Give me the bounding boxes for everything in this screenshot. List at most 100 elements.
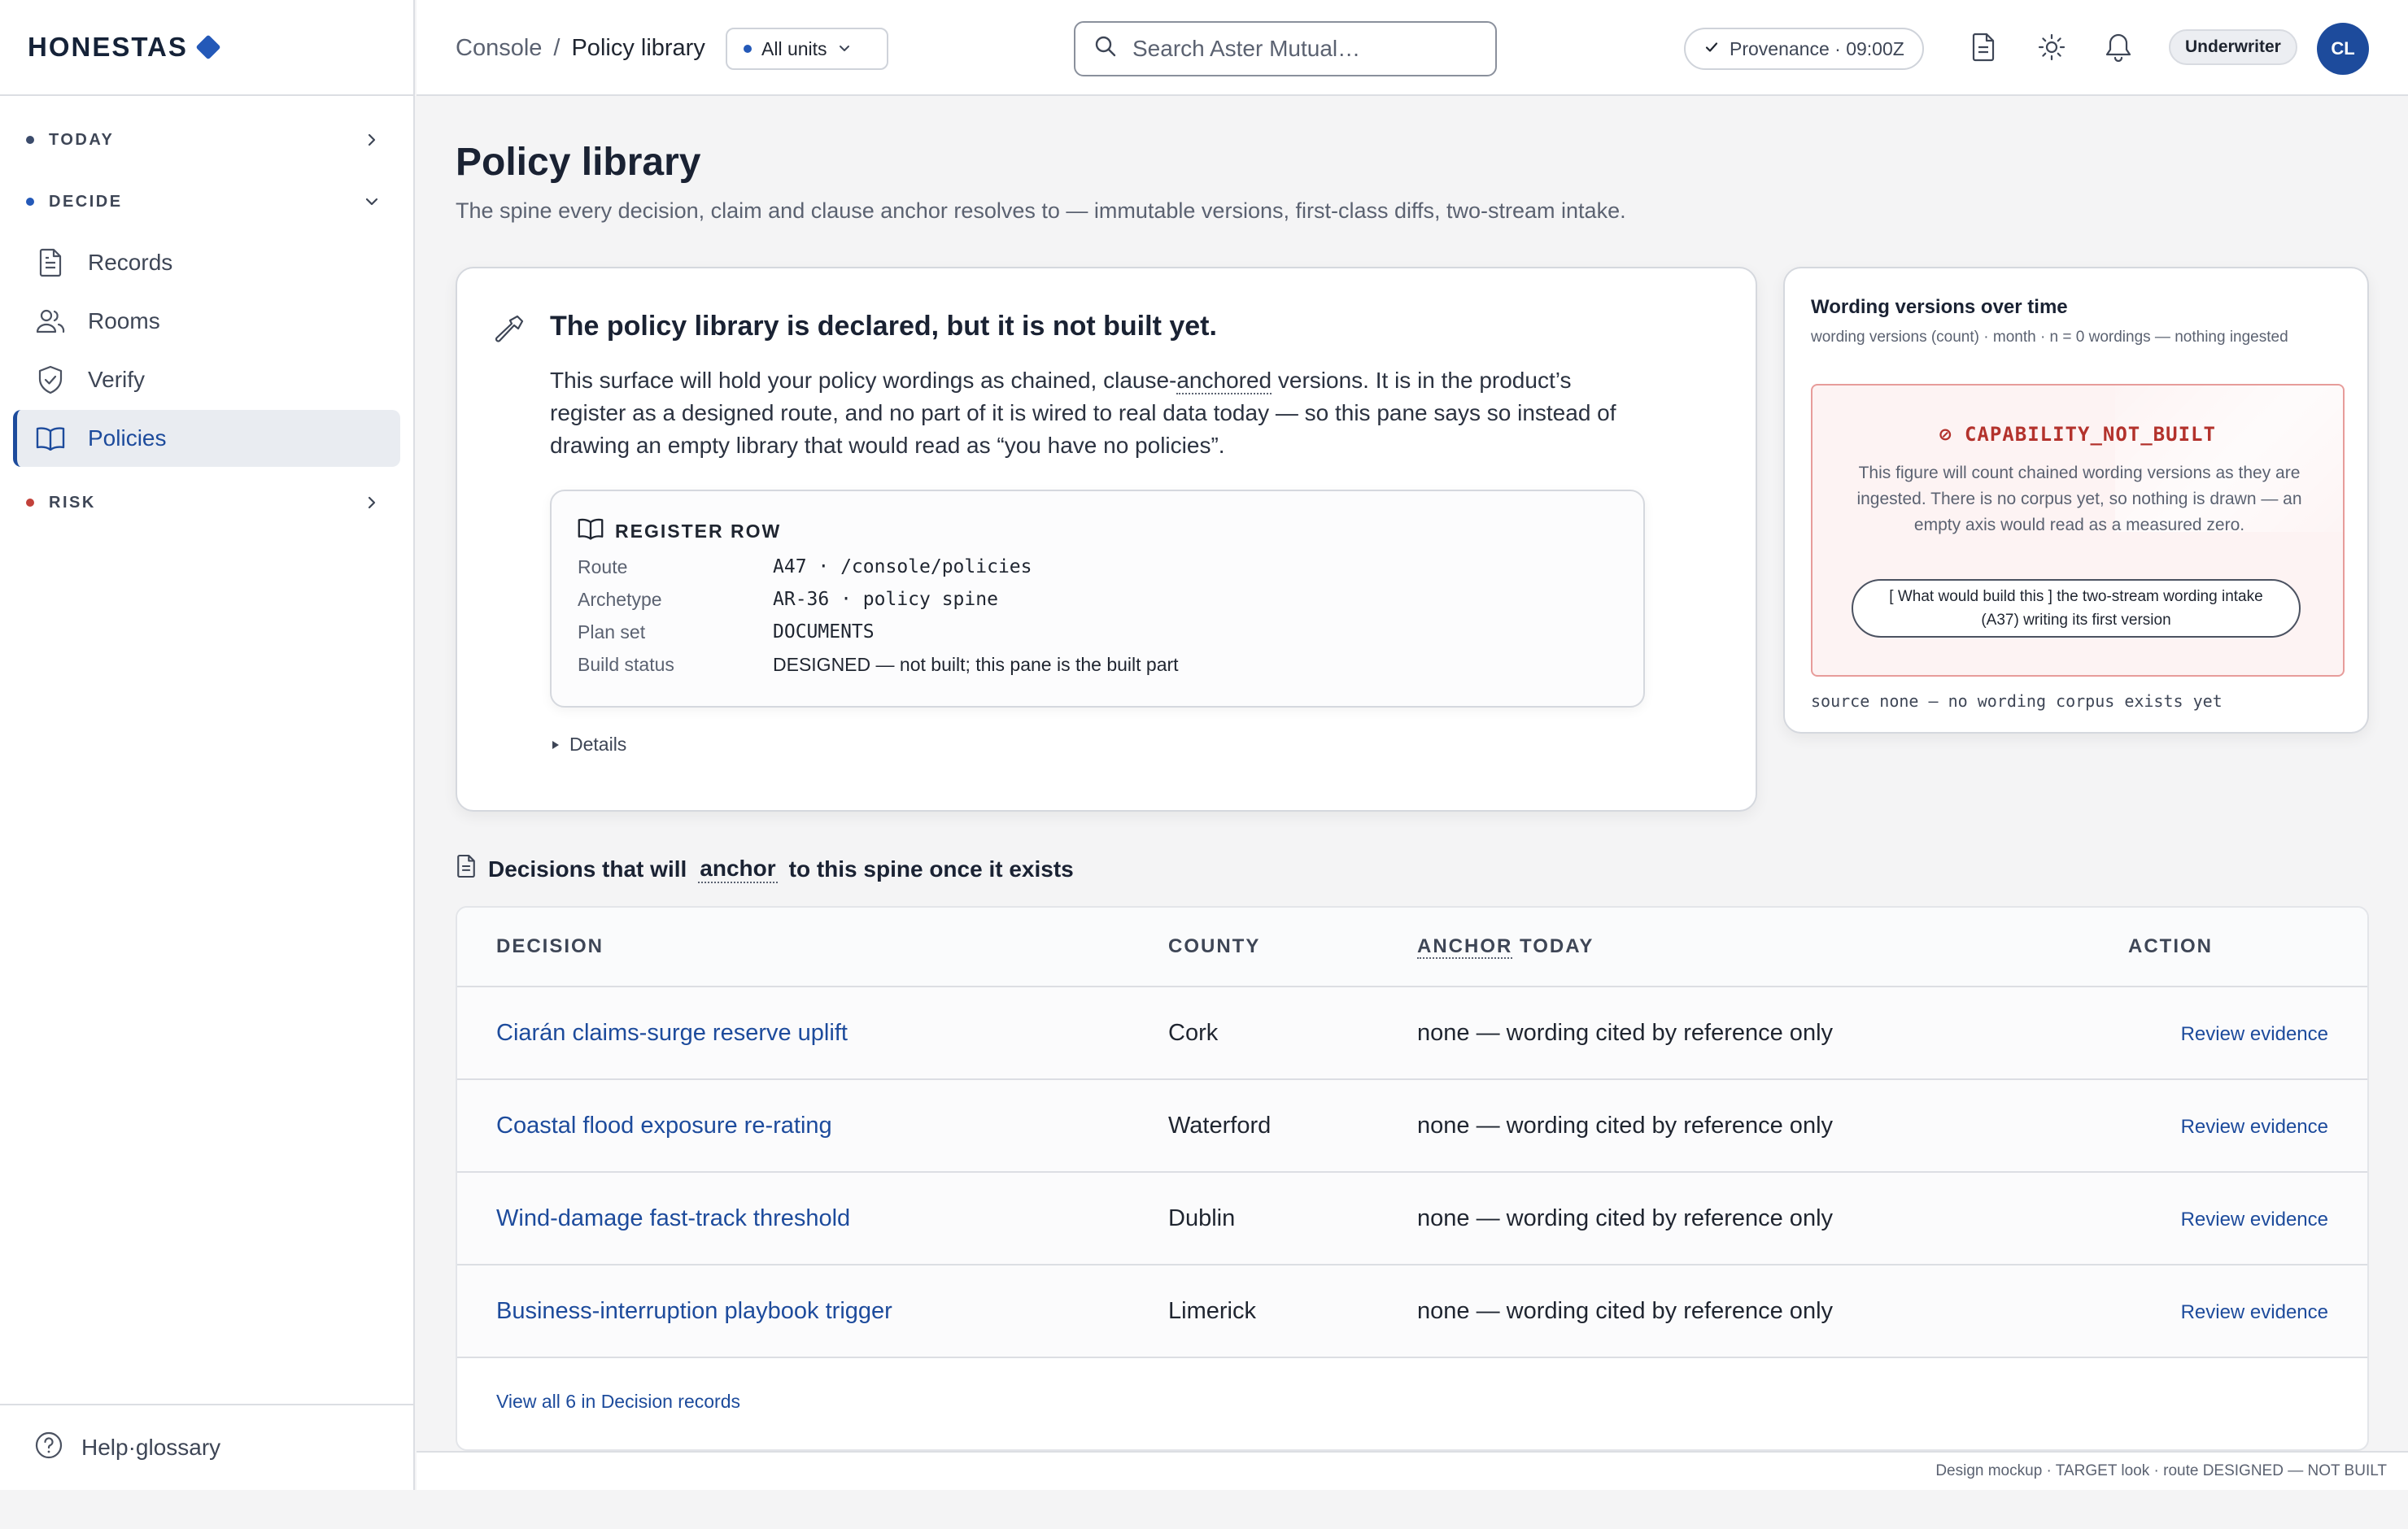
breadcrumb-separator: / xyxy=(553,34,561,61)
brand-diamond-icon xyxy=(195,34,221,60)
register-key: Route xyxy=(578,556,628,577)
register-field: Build status DESIGNED — not built; this p… xyxy=(578,654,1179,676)
provenance-badge[interactable]: Provenance · 09:00Z xyxy=(1684,28,1924,70)
nav-group-today[interactable]: TODAY xyxy=(0,109,413,171)
anchor-cell: none — wording cited by reference only xyxy=(1417,1113,1834,1139)
role-badge[interactable]: Underwriter xyxy=(2169,29,2297,65)
nav-group-label: RISK xyxy=(49,493,96,512)
register-field: Plan set DOCUMENTS xyxy=(578,621,875,643)
breadcrumb-current: Policy library xyxy=(571,34,705,61)
sidebar-item-label: Records xyxy=(88,250,173,275)
sidebar-item-label: Policies xyxy=(88,425,167,451)
nav-group-decide[interactable]: DECIDE xyxy=(0,171,413,233)
footer-label: Design mockup · TARGET look · route DESI… xyxy=(1935,1462,2387,1479)
column-header-anchor: ANCHOR TODAY xyxy=(1417,935,1594,959)
chart-title: Wording versions over time xyxy=(1811,296,2068,318)
avatar[interactable]: CL xyxy=(2317,23,2369,75)
sidebar-item-policies[interactable]: Policies xyxy=(13,410,400,467)
sidebar-item-rooms[interactable]: Rooms xyxy=(13,293,400,350)
avatar-initials: CL xyxy=(2331,38,2355,59)
document-icon xyxy=(456,854,477,884)
chevron-right-icon xyxy=(360,490,384,515)
notice-heading: The policy library is declared, but it i… xyxy=(550,311,1217,342)
breadcrumb-root[interactable]: Console xyxy=(456,35,542,62)
decisions-table: DECISION COUNTY ANCHOR TODAY ACTION Ciar… xyxy=(456,906,2369,1451)
brand-logo[interactable]: HONESTAS xyxy=(0,0,413,96)
help-glossary-link[interactable]: Help·glossary xyxy=(0,1404,413,1490)
chart-source-note: source none — no wording corpus exists y… xyxy=(1811,691,2223,711)
capability-description: This figure will count chained wording v… xyxy=(1856,464,2302,534)
sidebar-item-label: Rooms xyxy=(88,308,160,333)
capability-not-built-panel: ⊘ CAPABILITY_NOT_BUILT This figure will … xyxy=(1811,384,2345,677)
details-label: Details xyxy=(569,734,627,755)
county-cell: Limerick xyxy=(1168,1298,1256,1324)
register-key: Plan set xyxy=(578,621,646,643)
bell-icon xyxy=(2105,33,2132,66)
register-key: Archetype xyxy=(578,589,662,610)
search-placeholder: Search Aster Mutual… xyxy=(1132,36,1361,61)
breadcrumb: Console / Policy library xyxy=(456,0,705,96)
register-heading-label: REGISTER ROW xyxy=(615,520,782,542)
nav-group-label: TODAY xyxy=(49,130,115,149)
search-icon xyxy=(1093,34,1118,64)
register-field: Route A47 · /console/policies xyxy=(578,556,1032,578)
book-icon xyxy=(34,422,67,455)
hammer-icon xyxy=(493,314,526,346)
register-value: AR-36 · policy spine xyxy=(773,589,998,610)
document-button[interactable] xyxy=(1964,29,2003,68)
column-header-action: ACTION xyxy=(2128,935,2213,957)
chart-subtitle: wording versions (count) · month · n = 0… xyxy=(1811,329,2288,346)
column-header-suffix: TODAY xyxy=(1512,935,1594,957)
theme-toggle-button[interactable] xyxy=(2032,29,2071,68)
capability-code: ⊘ CAPABILITY_NOT_BUILT xyxy=(1939,423,2216,446)
notifications-button[interactable] xyxy=(2099,29,2138,68)
register-value: DESIGNED — not built; this pane is the b… xyxy=(773,654,1179,675)
role-label: Underwriter xyxy=(2185,37,2281,56)
view-all-decisions-link[interactable]: View all 6 in Decision records xyxy=(496,1391,740,1413)
notice-body-part: This surface will hold your policy wordi… xyxy=(550,368,1177,393)
register-row-panel: REGISTER ROW Route A47 · /console/policie… xyxy=(550,490,1645,708)
brand-name: HONESTAS xyxy=(28,32,188,62)
chevron-down-icon xyxy=(837,38,852,60)
footer-note: Design mockup · TARGET look · route DESI… xyxy=(417,1451,2408,1490)
search-input[interactable]: Search Aster Mutual… xyxy=(1074,21,1497,76)
status-dot-icon xyxy=(26,136,34,144)
document-icon xyxy=(34,246,67,279)
check-icon xyxy=(1703,38,1720,60)
county-cell: Waterford xyxy=(1168,1113,1272,1139)
anchor-cell: none — wording cited by reference only xyxy=(1417,1298,1834,1324)
wording-versions-chart-card: Wording versions over time wording versi… xyxy=(1783,267,2369,734)
decisions-section-heading: Decisions that will anchor to this spine… xyxy=(456,854,1074,884)
decision-link[interactable]: Business-interruption playbook trigger xyxy=(496,1298,892,1325)
column-header-county: COUNTY xyxy=(1168,935,1261,957)
decision-link[interactable]: Ciarán claims-surge reserve uplift xyxy=(496,1020,848,1047)
nav-group-label: DECIDE xyxy=(49,192,123,211)
sidebar-item-verify[interactable]: Verify xyxy=(13,351,400,408)
anchor-cell: none — wording cited by reference only xyxy=(1417,1205,1834,1231)
heading-part: to this spine once it exists xyxy=(788,856,1074,882)
details-toggle[interactable]: Details xyxy=(550,734,626,756)
units-dropdown[interactable]: All units xyxy=(726,28,888,70)
status-dot-icon xyxy=(26,198,34,206)
sidebar: HONESTAS TODAY DECIDE Records Rooms Veri… xyxy=(0,0,415,1490)
register-heading: REGISTER ROW xyxy=(578,517,781,545)
decision-link[interactable]: Wind-damage fast-track threshold xyxy=(496,1205,850,1232)
chevron-right-icon xyxy=(360,128,384,152)
page-title: Policy library xyxy=(456,141,701,184)
glossary-term-anchor[interactable]: ANCHOR xyxy=(1417,935,1513,959)
review-evidence-link[interactable]: Review evidence xyxy=(2181,1301,2328,1324)
nav-group-risk[interactable]: RISK xyxy=(0,472,413,534)
table-header: DECISION COUNTY ANCHOR TODAY ACTION xyxy=(457,908,2367,987)
review-evidence-link[interactable]: Review evidence xyxy=(2181,1209,2328,1231)
sun-icon xyxy=(2037,33,2066,66)
glossary-term-anchored[interactable]: anchored xyxy=(1176,368,1272,394)
glossary-term-anchor[interactable]: anchor xyxy=(698,856,778,883)
table-row: Coastal flood exposure re-rating Waterfo… xyxy=(457,1080,2367,1173)
review-evidence-link[interactable]: Review evidence xyxy=(2181,1116,2328,1139)
what-would-build-this-button[interactable]: [ What would build this ] the two-stream… xyxy=(1852,579,2301,638)
what-would-build-this-label: [ What would build this ] the two-stream… xyxy=(1889,588,2263,629)
review-evidence-link[interactable]: Review evidence xyxy=(2181,1023,2328,1046)
topbar: Console / Policy library All units Searc… xyxy=(417,0,2408,96)
decision-link[interactable]: Coastal flood exposure re-rating xyxy=(496,1113,832,1139)
sidebar-item-records[interactable]: Records xyxy=(13,234,400,291)
